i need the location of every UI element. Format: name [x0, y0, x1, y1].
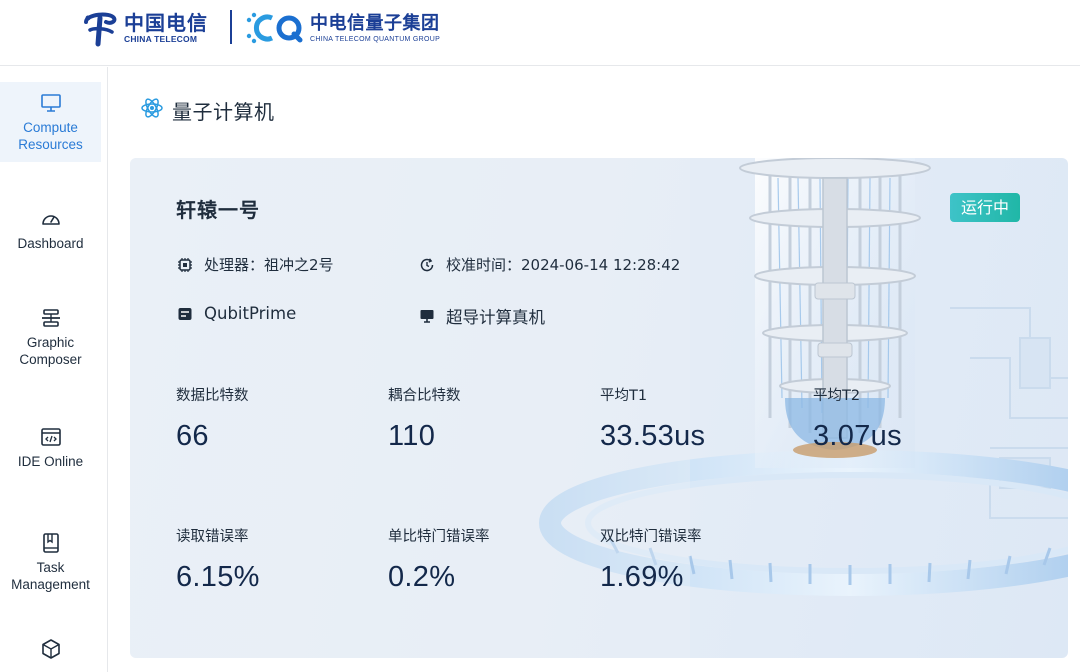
sidebar-item-label: Compute Resources [18, 120, 83, 152]
brand-name-cn: 中国电信 [124, 11, 208, 35]
refresh-clock-icon [418, 256, 436, 274]
sidebar-item-compute-resources[interactable]: Compute Resources [0, 82, 101, 162]
page-title: 量子计算机 [172, 99, 275, 124]
stat-label-avg-t1: 平均T1 [600, 388, 648, 404]
desktop-icon [418, 307, 436, 325]
monitor-icon [39, 91, 63, 115]
stat-label-readout-error: 读取错误率 [176, 529, 249, 545]
platform-info: QubitPrime [176, 304, 296, 323]
processor-label: 处理器：祖冲之2号 [204, 256, 334, 274]
sidebar-item-cube[interactable] [0, 637, 101, 671]
stat-label-avg-t2: 平均T2 [813, 388, 861, 404]
stat-value-two-gate-error: 1.69% [600, 561, 684, 593]
chip-icon [176, 256, 194, 274]
stat-label-data-qubits: 数据比特数 [176, 388, 249, 404]
quantum-group-logo-icon [246, 12, 303, 44]
code-window-icon [39, 425, 63, 449]
stat-value-single-gate-error: 0.2% [388, 561, 456, 593]
stat-label-two-gate-error: 双比特门错误率 [600, 529, 702, 545]
sidebar-item-label: IDE Online [17, 453, 84, 469]
logo-divider [230, 10, 232, 44]
quantum-device-illustration [130, 158, 1068, 658]
processor-info: 处理器：祖冲之2号 [176, 254, 334, 275]
stat-value-data-qubits: 66 [176, 420, 209, 452]
sidebar-item-task-management[interactable]: Task Management [0, 522, 101, 602]
stat-value-avg-t1: 33.53us [600, 420, 706, 452]
stat-label-coupler-qubits: 耦合比特数 [388, 388, 461, 404]
platform-name: QubitPrime [204, 304, 297, 323]
stat-value-coupler-qubits: 110 [388, 420, 436, 452]
stat-value-avg-t2: 3.07us [813, 420, 902, 452]
page-title-row: 量子计算机 [140, 96, 275, 124]
cube-icon [39, 637, 63, 661]
book-icon [39, 531, 63, 555]
server-icon [176, 305, 194, 323]
device-type-info: 超导计算真机 [418, 304, 545, 328]
china-telecom-logo-icon [84, 12, 117, 47]
sidebar-nav: Compute Resources Dashboard Graphic Comp… [0, 67, 108, 672]
sidebar-item-dashboard[interactable]: Dashboard [0, 199, 101, 259]
sidebar-item-label: Graphic Composer [19, 335, 82, 367]
quantum-group-name-cn: 中电信量子集团 [310, 12, 440, 34]
top-header: 中国电信 CHINA TELECOM 中电信量子集团 CHINA TELECOM… [0, 0, 1080, 66]
calibration-time: 校准时间：2024-06-14 12:28:42 [446, 256, 681, 274]
sidebar-item-graphic-composer[interactable]: Graphic Composer [0, 297, 101, 377]
sidebar-item-label: Task Management [11, 560, 90, 592]
device-type: 超导计算真机 [446, 308, 545, 327]
brand-name-en: CHINA TELECOM [124, 34, 198, 44]
china-telecom-logo[interactable]: 中国电信 CHINA TELECOM [80, 8, 208, 48]
sidebar-item-label: Dashboard [17, 235, 84, 251]
stat-value-readout-error: 6.15% [176, 561, 260, 593]
stat-label-single-gate-error: 单比特门错误率 [388, 529, 490, 545]
quantum-computer-card[interactable]: 轩辕一号 运行中 处理器：祖冲之2号 校准时间：2024-06-14 12:28… [130, 158, 1068, 658]
quantum-group-name-en: CHINA TELECOM QUANTUM GROUP [310, 35, 441, 43]
calibration-info: 校准时间：2024-06-14 12:28:42 [418, 254, 680, 275]
layers-icon [39, 306, 63, 330]
quantum-group-logo[interactable]: 中电信量子集团 CHINA TELECOM QUANTUM GROUP [246, 10, 440, 46]
status-badge: 运行中 [950, 193, 1021, 222]
sidebar-item-ide-online[interactable]: IDE Online [0, 417, 101, 477]
gauge-icon [39, 207, 63, 231]
device-name: 轩辕一号 [176, 198, 260, 222]
quantum-icon [140, 96, 164, 124]
